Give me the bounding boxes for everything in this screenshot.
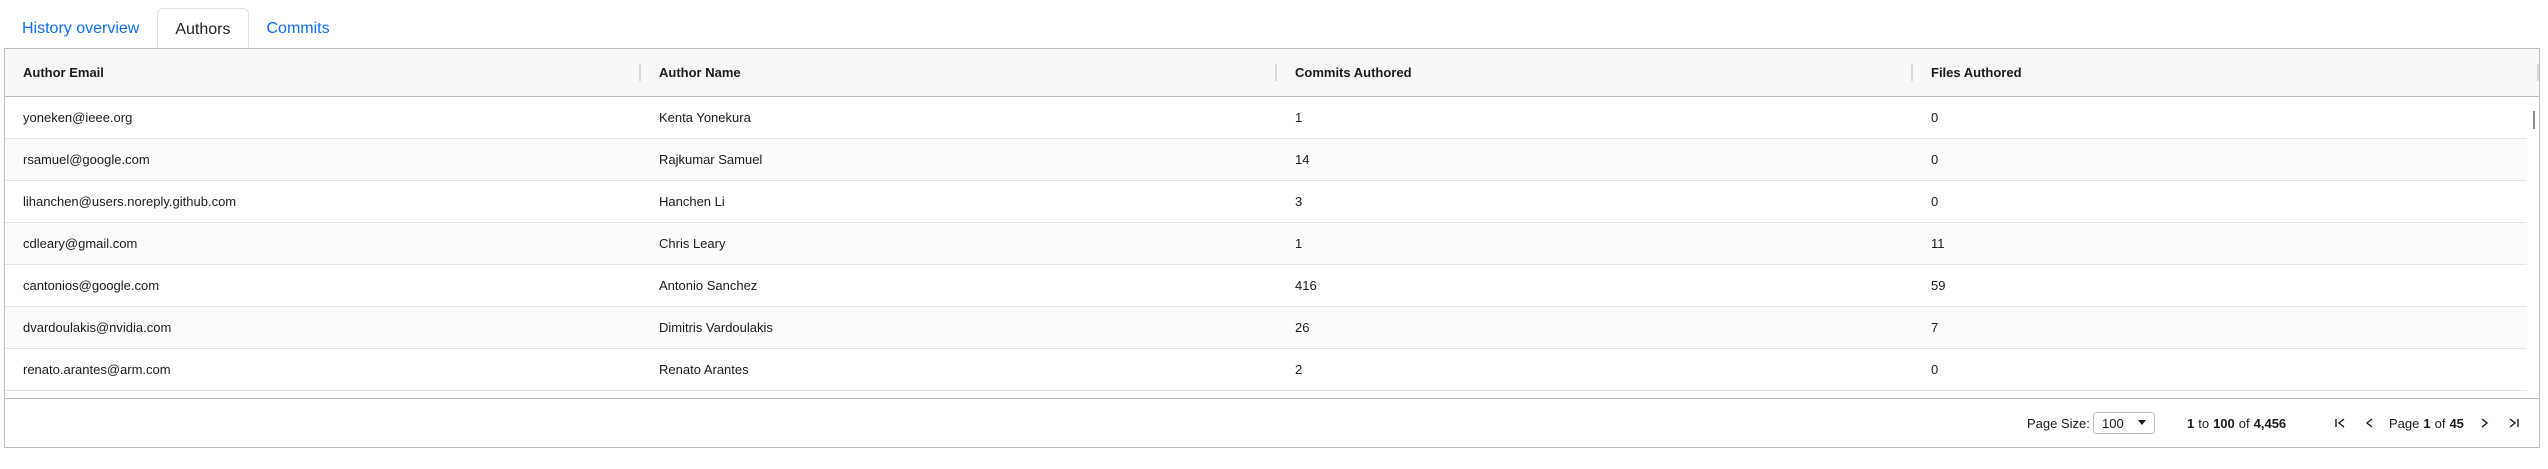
grid-header: Author Email Author Name Commits Authore… [5,49,2539,97]
current-page: 1 [2423,415,2431,431]
column-header-commits-authored[interactable]: Commits Authored [1277,49,1913,96]
column-header-files-authored[interactable]: Files Authored [1913,49,2539,96]
page-indicator: Page 1 of 45 [2389,399,2464,447]
table-row[interactable]: yoneken@ieee.org Kenta Yonekura 1 0 [5,97,2527,139]
column-header-label: Commits Authored [1295,65,1412,80]
author-name-cell[interactable]: Kenta Yonekura [641,97,1277,138]
page-size-select[interactable]: 100 [2093,412,2155,434]
page-word: Page [2389,415,2420,431]
commits-authored-cell[interactable]: 2 [1277,349,1913,390]
author-email-cell[interactable]: renato.arantes@arm.com [5,349,641,390]
vertical-scrollbar[interactable] [2533,111,2535,129]
authors-grid: Author Email Author Name Commits Authore… [4,48,2540,448]
author-name-cell[interactable]: Dimitris Vardoulakis [641,307,1277,348]
author-email-cell[interactable]: rsamuel@google.com [5,139,641,180]
tab-history-overview[interactable]: History overview [4,7,157,50]
grid-body: yoneken@ieee.org Kenta Yonekura 1 0 rsamuel@… [5,97,2539,391]
first-page-icon[interactable] [2331,413,2349,433]
table-row[interactable]: renato.arantes@arm.com Renato Arantes 2 0 [5,349,2527,391]
page-of-word: of [2434,415,2446,431]
chevron-down-icon [2138,420,2146,425]
files-authored-cell[interactable]: 0 [1913,139,2527,180]
table-row[interactable]: dvardoulakis@nvidia.com Dimitris Vardoula… [5,307,2527,349]
author-name-cell[interactable]: Rajkumar Samuel [641,139,1277,180]
tab-bar: History overview Authors Commits [4,6,348,51]
commits-authored-cell[interactable]: 3 [1277,181,1913,222]
row-range-of-word: of [2238,415,2250,431]
column-header-label: Author Email [23,65,104,80]
author-email-cell[interactable]: cantonios@google.com [5,265,641,306]
author-name-cell[interactable]: Chris Leary [641,223,1277,264]
table-row[interactable]: lihanchen@users.noreply.github.com Hanche… [5,181,2527,223]
author-email-cell[interactable]: yoneken@ieee.org [5,97,641,138]
column-header-author-email[interactable]: Author Email [5,49,641,96]
column-header-author-name[interactable]: Author Name [641,49,1277,96]
row-summary: 1 to 100 of 4,456 [2187,399,2286,447]
author-email-cell[interactable]: dvardoulakis@nvidia.com [5,307,641,348]
files-authored-cell[interactable]: 7 [1913,307,2527,348]
next-page-icon[interactable] [2475,413,2493,433]
page-size-value: 100 [2102,415,2124,431]
commits-authored-cell[interactable]: 1 [1277,97,1913,138]
row-total: 4,456 [2253,415,2287,431]
row-range-from: 1 [2187,415,2195,431]
author-name-cell[interactable]: Antonio Sanchez [641,265,1277,306]
total-pages: 45 [2449,415,2464,431]
table-row[interactable]: cdleary@gmail.com Chris Leary 1 11 [5,223,2527,265]
column-header-label: Author Name [659,65,741,80]
author-email-cell[interactable]: lihanchen@users.noreply.github.com [5,181,641,222]
commits-authored-cell[interactable]: 14 [1277,139,1913,180]
commits-authored-cell[interactable]: 416 [1277,265,1913,306]
row-range-to-word: to [2198,415,2210,431]
last-page-icon[interactable] [2505,413,2523,433]
author-email-cell[interactable]: cdleary@gmail.com [5,223,641,264]
table-row[interactable]: rsamuel@google.com Rajkumar Samuel 14 0 [5,139,2527,181]
author-name-cell[interactable]: Renato Arantes [641,349,1277,390]
column-resize-handle[interactable] [2537,64,2539,81]
previous-page-icon[interactable] [2361,413,2379,433]
tab-authors[interactable]: Authors [157,8,249,51]
tab-commits[interactable]: Commits [249,7,348,50]
files-authored-cell[interactable]: 11 [1913,223,2527,264]
table-row[interactable]: cantonios@google.com Antonio Sanchez 416 59 [5,265,2527,307]
page-size-label: Page Size: [2027,415,2090,431]
files-authored-cell[interactable]: 0 [1913,97,2527,138]
pagination-panel: Page Size: 100 1 to 100 of 4,456 Page 1 … [5,398,2539,447]
files-authored-cell[interactable]: 0 [1913,181,2527,222]
column-header-label: Files Authored [1931,65,2022,80]
commits-authored-cell[interactable]: 26 [1277,307,1913,348]
author-name-cell[interactable]: Hanchen Li [641,181,1277,222]
row-range-to: 100 [2213,415,2235,431]
commits-authored-cell[interactable]: 1 [1277,223,1913,264]
files-authored-cell[interactable]: 0 [1913,349,2527,390]
files-authored-cell[interactable]: 59 [1913,265,2527,306]
